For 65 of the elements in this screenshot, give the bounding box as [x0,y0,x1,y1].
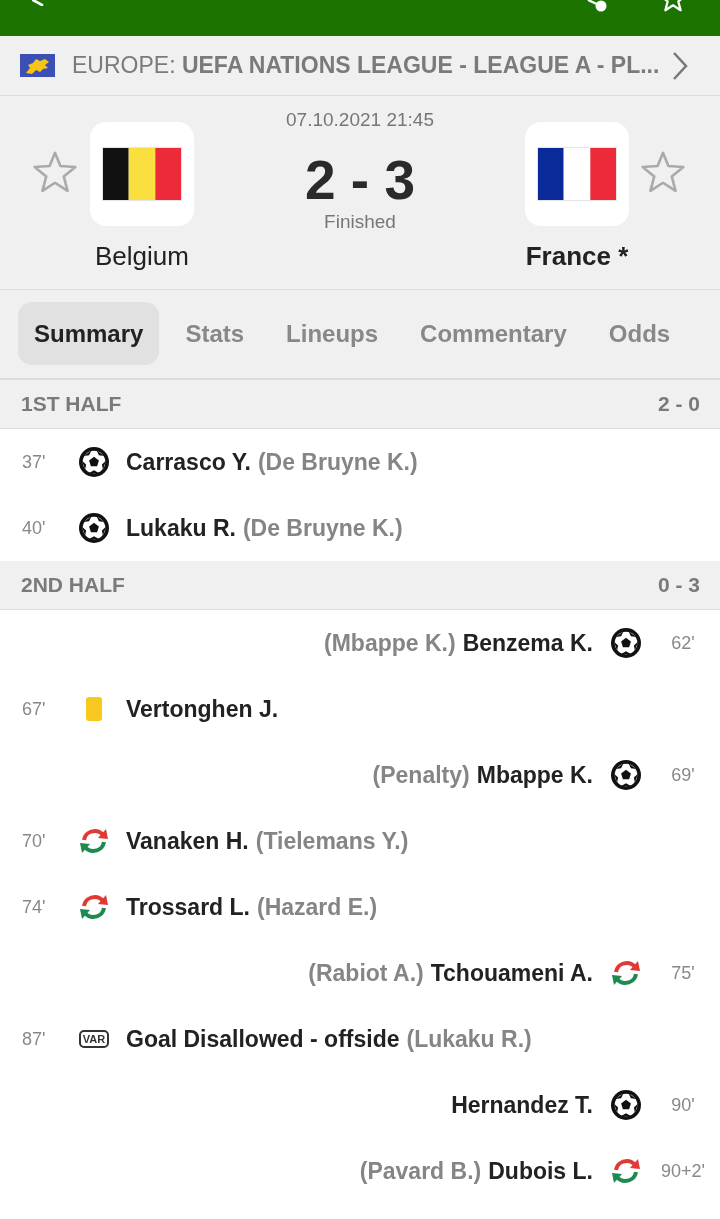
event-detail: (De Bruyne K.) [257,448,418,476]
player-name: Trossard L. [126,893,250,921]
player-name: Benzema K. [462,629,593,657]
event-detail: (Pavard B.) [359,1157,482,1185]
event-detail: (Tielemans Y.) [255,827,409,855]
back-icon[interactable] [32,0,44,6]
event-detail: (Lukaku R.) [406,1025,532,1053]
event-note: Goal Disallowed - offside [126,1025,400,1053]
tab[interactable]: Commentary [404,302,583,365]
event-minute: 62' [670,632,696,654]
match-status: Finished [324,211,396,233]
soccer-ball-icon [78,512,110,544]
tab[interactable]: Odds [592,302,687,365]
player-name: Tchouameni A. [430,959,593,987]
period-title: 1ST HALF [21,392,122,416]
swap-arrows-icon [611,1157,641,1185]
event-detail: (Rabiot A.) [308,959,424,987]
event-minute: 75' [670,962,696,984]
event-minute: 74' [22,896,47,918]
swap-arrows-icon [611,959,641,987]
player-name: Carrasco Y. [126,448,251,476]
event-detail: (Hazard E.) [257,893,378,921]
player-name: Mbappe K. [476,761,593,789]
swap-arrows-icon [79,893,109,921]
card-icon [86,697,102,721]
map-flag-icon [20,54,55,77]
period-score: 0 - 3 [657,573,700,597]
event-minute: 90+2' [660,1160,706,1182]
tab[interactable]: Lineups [270,302,395,365]
player-name: Vanaken H. [126,827,249,855]
event-minute: 37' [22,451,47,473]
soccer-ball-icon [610,759,642,791]
tab[interactable]: Summary [18,302,160,365]
flag-icon [90,122,194,226]
soccer-ball-icon [610,1089,642,1121]
event-minute: 67' [22,698,47,720]
team-name[interactable]: France * [525,241,629,271]
flag-icon [525,122,629,226]
player-name: Dubois L. [488,1157,593,1185]
event-detail: (Mbappe K.) [324,629,456,657]
period-title: 2ND HALF [21,573,125,597]
var-tag: VAR [78,1030,110,1048]
player-name: Lukaku R. [126,514,236,542]
swap-arrows-icon [79,827,109,855]
star-icon[interactable] [640,151,686,193]
soccer-ball-icon [610,627,642,659]
player-name: Vertonghen J. [126,695,279,723]
player-name: Hernandez T. [451,1091,593,1119]
event-minute: 40' [22,517,47,539]
event-detail: (De Bruyne K.) [242,514,403,542]
soccer-ball-icon [78,446,110,478]
period-score: 2 - 0 [657,392,700,416]
match-score: 2 - 3 [304,150,416,210]
star-icon[interactable] [32,151,78,193]
match-date: 07.10.2021 21:45 [286,109,434,131]
event-minute: 69' [670,764,696,786]
team-name[interactable]: Belgium [95,241,189,271]
tab[interactable]: Stats [169,302,261,365]
event-minute: 90' [670,1094,696,1116]
event-minute: 70' [22,830,47,852]
league-title[interactable]: EUROPE: UEFA NATIONS LEAGUE - LEAGUE A - PL... [72,52,672,79]
chevron-icon[interactable] [672,50,688,81]
share-icon[interactable] [586,0,608,12]
event-detail: (Penalty) [372,761,470,789]
event-minute: 87' [22,1028,47,1050]
